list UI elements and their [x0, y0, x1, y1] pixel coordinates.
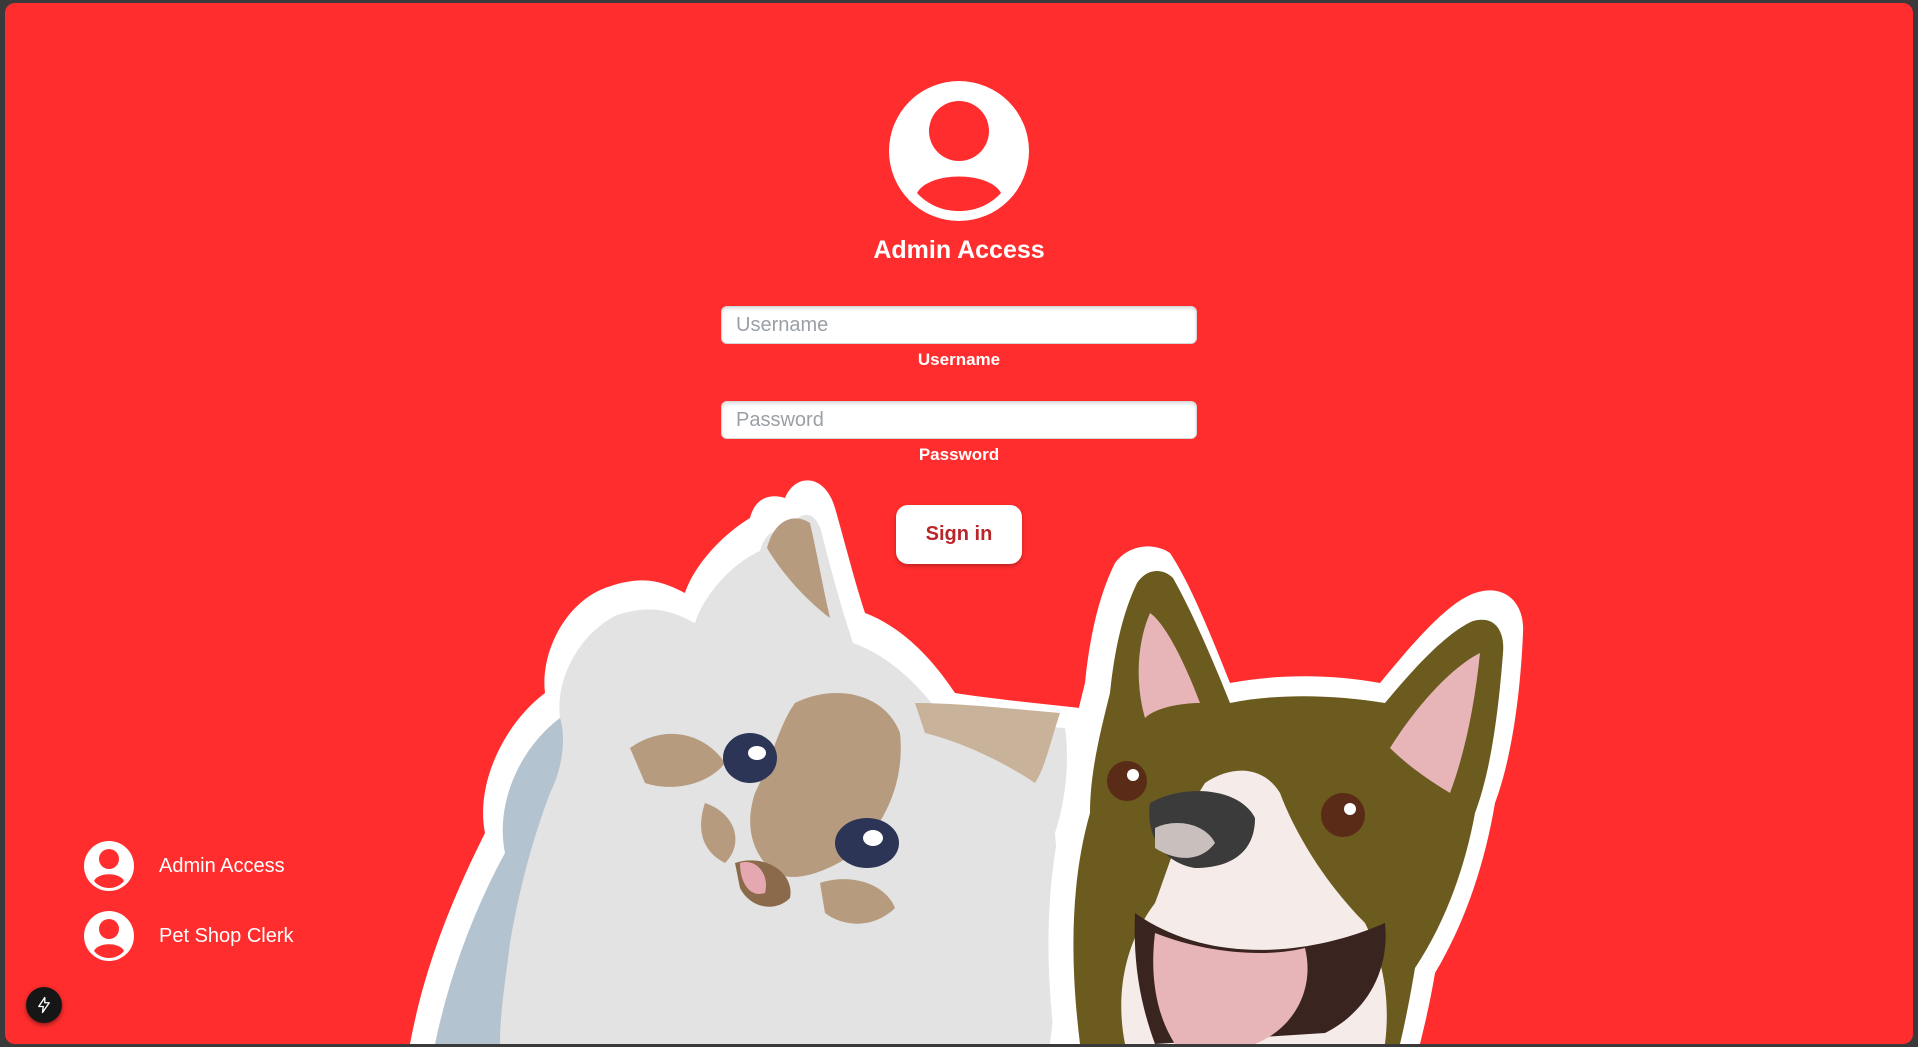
- user-avatar-icon: [84, 841, 134, 891]
- dog-illustration: [1048, 546, 1524, 1044]
- role-label: Admin Access: [159, 854, 285, 877]
- password-label: Password: [918, 445, 1000, 464]
- cat-illustration: [410, 480, 1090, 1044]
- role-label: Pet Shop Clerk: [159, 924, 294, 947]
- app-window: Admin Access Username Password Sign in A…: [5, 3, 1913, 1044]
- admin-avatar-icon: [889, 81, 1029, 221]
- role-item-pet-shop-clerk[interactable]: Pet Shop Clerk: [84, 911, 294, 961]
- user-avatar-icon: [84, 911, 134, 961]
- dev-tools-button[interactable]: [26, 987, 62, 1023]
- role-list: Admin Access Pet Shop Clerk: [84, 841, 294, 981]
- password-input[interactable]: [721, 401, 1197, 439]
- lightning-bolt-icon: [38, 996, 50, 1014]
- login-title: Admin Access: [873, 236, 1045, 264]
- username-label: Username: [917, 350, 1001, 369]
- username-input[interactable]: [721, 306, 1197, 344]
- role-item-admin-access[interactable]: Admin Access: [84, 841, 294, 891]
- sign-in-button[interactable]: Sign in: [896, 505, 1022, 564]
